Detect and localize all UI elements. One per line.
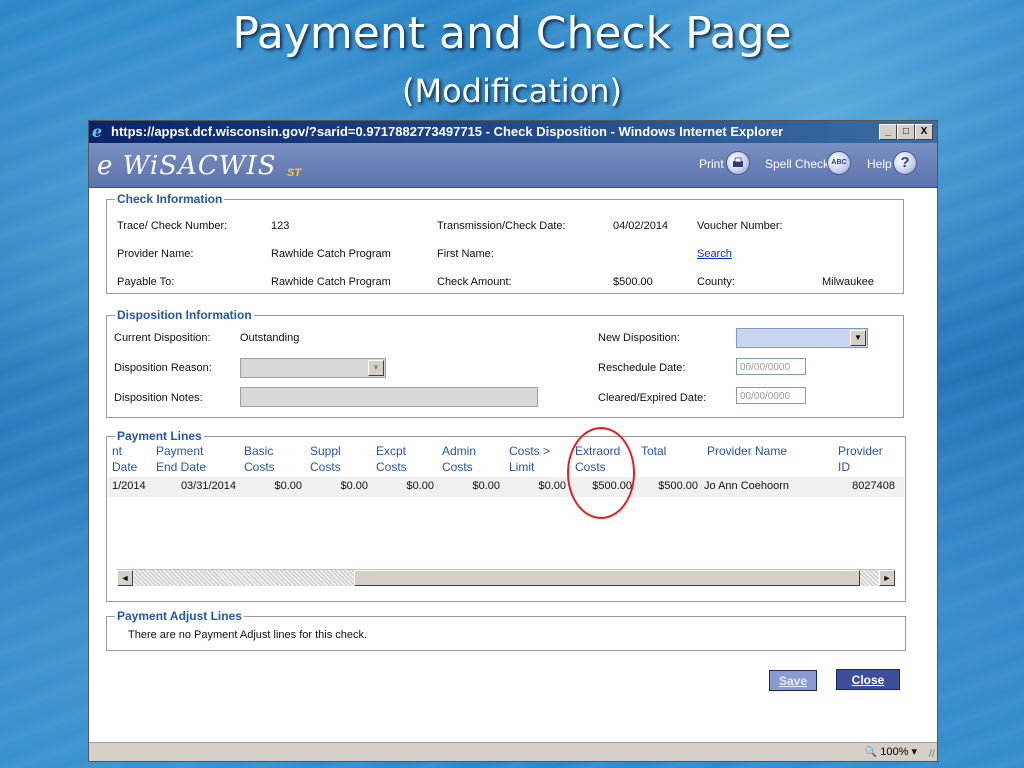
check-amount-label: Check Amount:: [437, 276, 512, 288]
app-logo: e WiSACWIS: [97, 151, 277, 181]
print-link[interactable]: Print: [699, 157, 724, 171]
cleared-expired-date-label: Cleared/Expired Date:: [598, 392, 707, 404]
county-value: Milwaukee: [822, 276, 874, 288]
payment-lines-section: Payment Lines nt Date Payment End Date Bas…: [106, 429, 906, 602]
payment-adjust-lines-legend: Payment Adjust Lines: [117, 609, 242, 623]
table-cell: $0.00: [274, 480, 302, 492]
slide-title: Payment and Check Page: [232, 8, 792, 59]
resize-grip-icon[interactable]: //: [929, 748, 935, 760]
column-header[interactable]: Payment End Date: [156, 443, 206, 475]
scroll-right-icon[interactable]: ►: [879, 570, 895, 586]
trace-check-number-label: Trace/ Check Number:: [117, 220, 228, 232]
help-link[interactable]: Help: [867, 157, 892, 171]
column-header[interactable]: Excpt Costs: [376, 443, 407, 475]
window-titlebar[interactable]: e https://appst.dcf.wisconsin.gov/?sarid…: [89, 121, 937, 143]
column-header[interactable]: Suppl Costs: [310, 443, 341, 475]
check-information-section: Check Information Trace/ Check Number: 1…: [106, 192, 904, 294]
table-cell: $0.00: [340, 480, 368, 492]
chevron-down-icon[interactable]: ▾: [911, 746, 917, 758]
zoom-icon: 🔍: [864, 747, 878, 758]
disposition-reason-label: Disposition Reason:: [114, 362, 212, 374]
browser-window: e https://appst.dcf.wisconsin.gov/?sarid…: [88, 120, 938, 762]
column-header[interactable]: Admin Costs: [442, 443, 476, 475]
slide-subtitle: (Modification): [401, 72, 622, 110]
app-logo-suffix: ST: [287, 167, 302, 179]
table-cell: 8027408: [852, 480, 895, 492]
zoom-level: 100%: [880, 746, 909, 758]
close-button[interactable]: Close: [836, 669, 900, 690]
window-close-button[interactable]: X: [915, 124, 933, 140]
payment-lines-scrollbar[interactable]: ◄ ►: [117, 569, 895, 586]
new-disposition-select[interactable]: ▼: [736, 328, 868, 348]
payment-adjust-lines-section: Payment Adjust Lines There are no Paymen…: [106, 609, 906, 651]
disposition-notes-input[interactable]: [240, 387, 538, 407]
column-header[interactable]: Total: [641, 443, 666, 459]
chevron-down-icon[interactable]: ▼: [850, 330, 866, 346]
first-name-label: First Name:: [437, 248, 494, 260]
payable-to-value: Rawhide Catch Program: [271, 276, 391, 288]
scrollbar-thumb[interactable]: [354, 570, 860, 586]
voucher-number-label: Voucher Number:: [697, 220, 783, 232]
column-header[interactable]: Provider ID: [838, 443, 883, 475]
reschedule-date-label: Reschedule Date:: [598, 362, 686, 374]
scroll-left-icon[interactable]: ◄: [117, 570, 133, 586]
table-row[interactable]: 1/2014 03/31/2014 $0.00 $0.00 $0.00 $0.0…: [108, 477, 904, 497]
transmission-date-label: Transmission/Check Date:: [437, 220, 566, 232]
payment-lines-legend: Payment Lines: [117, 429, 202, 443]
no-adjust-lines-message: There are no Payment Adjust lines for th…: [128, 629, 368, 641]
save-button[interactable]: Save: [769, 670, 817, 691]
transmission-date-value: 04/02/2014: [613, 220, 669, 232]
current-disposition-value: Outstanding: [240, 332, 300, 344]
disposition-reason-select[interactable]: ▼: [240, 358, 386, 378]
internet-explorer-icon: e: [92, 122, 103, 141]
zoom-control[interactable]: 🔍 100% ▾: [865, 745, 917, 758]
chevron-down-icon[interactable]: ▼: [368, 360, 384, 376]
column-header[interactable]: Basic Costs: [244, 443, 275, 475]
provider-name-value: Rawhide Catch Program: [271, 248, 391, 260]
disposition-notes-label: Disposition Notes:: [114, 392, 203, 404]
page-content: Check Information Trace/ Check Number: 1…: [89, 188, 937, 743]
spell-check-link[interactable]: Spell Check: [765, 157, 829, 171]
trace-check-number-value: 123: [271, 220, 290, 232]
spell-check-icon[interactable]: ABC: [827, 151, 851, 175]
check-information-legend: Check Information: [117, 192, 223, 206]
disposition-information-legend: Disposition Information: [117, 308, 252, 322]
column-header[interactable]: Provider Name: [707, 443, 787, 459]
help-icon[interactable]: ?: [893, 151, 917, 175]
minimize-button[interactable]: _: [879, 124, 897, 140]
table-cell: 1/2014: [112, 480, 146, 492]
print-icon[interactable]: [726, 151, 750, 175]
new-disposition-label: New Disposition:: [598, 332, 680, 344]
table-cell: Jo Ann Coehoorn: [704, 480, 790, 492]
status-bar: 🔍 100% ▾ //: [89, 742, 937, 761]
table-cell: $0.00: [472, 480, 500, 492]
check-amount-value: $500.00: [613, 276, 653, 288]
table-cell: $500.00: [658, 480, 698, 492]
table-cell: $0.00: [406, 480, 434, 492]
county-label: County:: [697, 276, 735, 288]
disposition-information-section: Disposition Information Current Disposit…: [106, 308, 904, 418]
current-disposition-label: Current Disposition:: [114, 332, 211, 344]
provider-name-label: Provider Name:: [117, 248, 194, 260]
column-header[interactable]: nt Date: [112, 443, 137, 475]
reschedule-date-input[interactable]: 00/00/0000: [736, 358, 806, 375]
maximize-button[interactable]: □: [897, 124, 915, 140]
highlight-circle: [567, 427, 635, 519]
payable-to-label: Payable To:: [117, 276, 175, 288]
search-link[interactable]: Search: [697, 248, 732, 260]
column-header[interactable]: Costs > Limit: [509, 443, 550, 475]
table-cell: $0.00: [538, 480, 566, 492]
cleared-expired-date-input[interactable]: 00/00/0000: [736, 387, 806, 404]
app-header: e WiSACWIS ST Print Spell Check ABC Help…: [89, 143, 937, 188]
window-title: https://appst.dcf.wisconsin.gov/?sarid=0…: [111, 124, 784, 139]
table-cell: 03/31/2014: [180, 480, 236, 492]
